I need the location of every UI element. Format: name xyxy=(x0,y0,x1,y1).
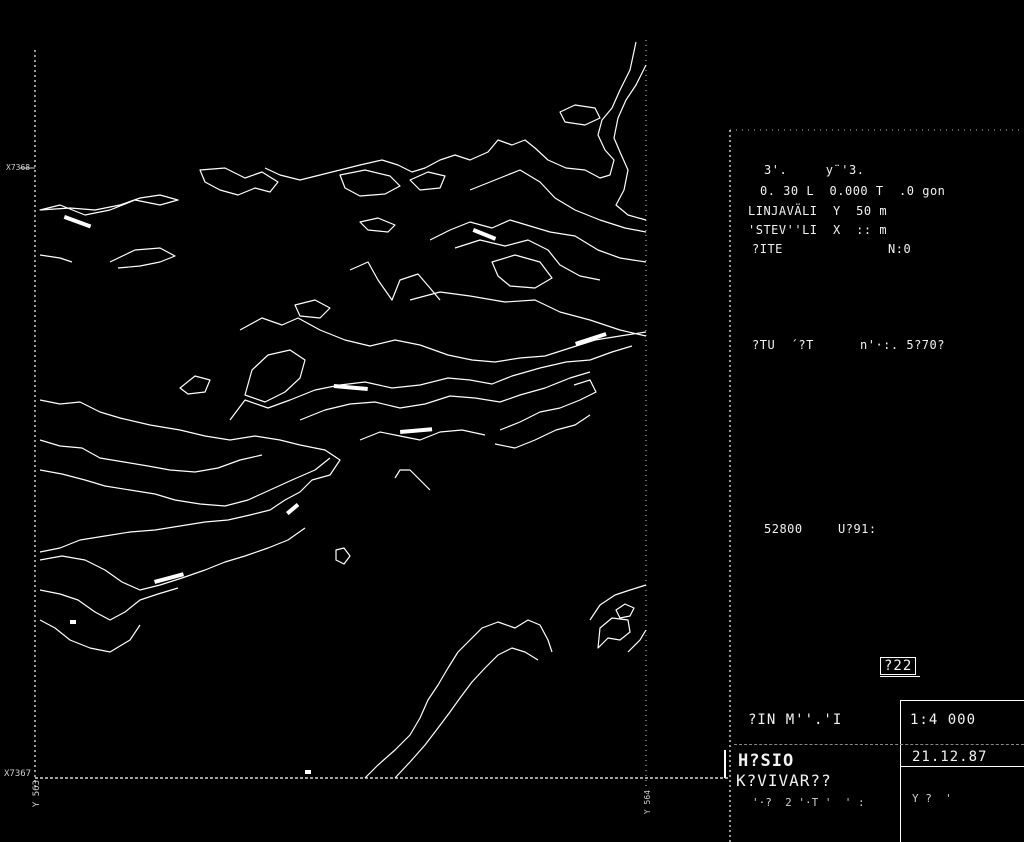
info-line-5-right: N:0 xyxy=(888,242,912,256)
info-line-7-right: U?91: xyxy=(838,522,877,536)
contour-o xyxy=(294,299,331,319)
info-line-6: ?TU ´?T xyxy=(752,338,814,352)
info-line-5: ?ITE xyxy=(752,242,783,256)
info-line-4: 'STEV''LI X :: m xyxy=(748,223,888,237)
map-scale: 1:4 000 xyxy=(910,712,977,728)
contour-ah xyxy=(615,603,635,619)
title-note-left: '·? 2 '·T ' ' : xyxy=(752,796,865,809)
sheet-number: ?22 xyxy=(880,657,917,675)
island-a xyxy=(335,547,351,565)
contour-e xyxy=(409,171,446,191)
contour-r xyxy=(179,375,211,395)
contour-f xyxy=(359,217,396,233)
map-name: ?IN M''.'I xyxy=(748,712,843,728)
contour-map xyxy=(20,40,1024,842)
contour-ae xyxy=(394,647,539,779)
y-coordinate-left: Y 563 xyxy=(32,780,42,808)
info-line-6-right: n'·:. 5?70? xyxy=(860,338,945,352)
project-name: H?SIO xyxy=(738,751,795,771)
map-date: 21.12.87 xyxy=(912,749,988,765)
project-subtitle: K?VIVAR?? xyxy=(736,771,832,790)
contour-u xyxy=(499,379,597,431)
coastline-north xyxy=(264,41,637,181)
y-coordinate-mid: Y 564 xyxy=(643,790,652,815)
title-note-right: Y ? ' xyxy=(912,792,952,805)
x-coordinate-top: X7368 xyxy=(6,163,31,172)
contour-c xyxy=(199,167,279,196)
contour-h xyxy=(39,247,176,269)
contour-v xyxy=(494,414,591,449)
contour-aa xyxy=(39,527,306,591)
contour-n xyxy=(409,291,647,337)
contour-a xyxy=(613,64,647,221)
contour-ab xyxy=(39,587,179,621)
contour-y xyxy=(39,439,263,473)
info-line-3: LINJAVÄLI Y 50 m xyxy=(748,204,888,218)
contour-x xyxy=(39,399,341,553)
contour-ai xyxy=(627,629,647,653)
info-line-7: 52800 xyxy=(764,522,803,536)
contour-b xyxy=(559,104,601,126)
info-line-2: 0. 30 L 0.000 T .0 gon xyxy=(760,184,946,198)
contour-g xyxy=(39,194,179,216)
contour-ac xyxy=(39,619,141,653)
contour-ad xyxy=(394,469,431,491)
contour-j xyxy=(429,219,647,263)
x-coordinate-bottom: X7367 xyxy=(4,769,32,779)
contour-m xyxy=(349,261,441,301)
contour-s xyxy=(229,345,633,421)
bottom-ticks xyxy=(305,750,726,778)
contour-l xyxy=(491,254,553,289)
coastline-south xyxy=(364,619,553,779)
contour-ag xyxy=(597,617,631,649)
info-line-1: 3'. y¨'3. xyxy=(764,163,865,177)
contour-q xyxy=(244,349,306,403)
contour-i xyxy=(469,169,647,233)
contour-d xyxy=(339,169,401,197)
contour-k xyxy=(454,239,601,281)
